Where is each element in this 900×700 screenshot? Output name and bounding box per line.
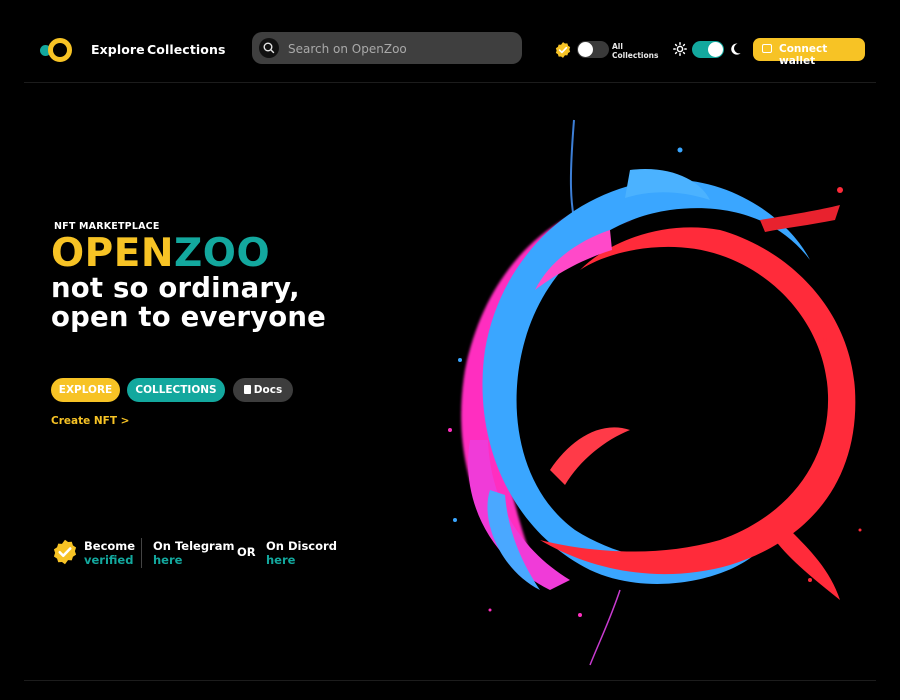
search-icon[interactable]	[259, 38, 279, 58]
brand-zoo: ZOO	[174, 231, 271, 276]
verified-badge-icon	[554, 41, 572, 59]
nav-explore-link[interactable]: Explore	[91, 42, 145, 57]
footer-divider	[141, 538, 142, 568]
hero-tagline: not so ordinary, open to everyone	[51, 274, 326, 332]
connect-wallet-label: Connect wallet	[779, 43, 828, 67]
sun-icon	[673, 41, 687, 56]
tagline-line1: not so ordinary,	[51, 272, 300, 304]
brand-open: OPEN	[51, 231, 175, 276]
telegram-line1: On Telegram	[153, 539, 235, 553]
verified-badge-icon	[51, 538, 79, 566]
tagline-line2: open to everyone	[51, 301, 327, 333]
dark-mode-toggle[interactable]	[692, 41, 724, 58]
become-verified[interactable]: Become verified	[84, 539, 135, 567]
search-bar[interactable]	[252, 32, 522, 66]
all-collections-label-line2: Collections	[612, 51, 659, 60]
all-collections-label: All Collections	[612, 42, 658, 60]
become-verified-line1: Become	[84, 539, 136, 553]
toggle-knob	[578, 42, 593, 57]
toggle-knob	[708, 42, 723, 57]
telegram-line2: here	[153, 553, 183, 567]
telegram-link[interactable]: On Telegram here	[153, 539, 234, 567]
discord-line1: On Discord	[266, 539, 337, 553]
all-collections-label-line1: All	[612, 42, 623, 51]
explore-button[interactable]: EXPLORE	[51, 378, 120, 402]
connect-wallet-button[interactable]: Connect wallet	[753, 38, 865, 67]
logo-ring	[48, 38, 72, 62]
openzoo-logo[interactable]	[40, 38, 72, 62]
paint-ring-artwork	[430, 110, 880, 670]
become-verified-line2: verified	[84, 553, 134, 567]
or-separator: OR	[237, 545, 256, 559]
bottom-divider	[24, 680, 876, 681]
docs-button[interactable]: Docs	[233, 378, 293, 402]
wallet-icon	[762, 44, 772, 53]
brand-headline: OPENZOO	[51, 232, 270, 276]
all-collections-toggle[interactable]	[577, 41, 609, 58]
discord-line2: here	[266, 553, 296, 567]
moon-icon	[728, 41, 742, 55]
create-nft-link[interactable]: Create NFT >	[51, 415, 129, 427]
collections-button[interactable]: COLLECTIONS	[127, 378, 225, 402]
discord-link[interactable]: On Discord here	[266, 539, 337, 567]
book-icon	[243, 385, 251, 394]
nav-collections-link[interactable]: Collections	[147, 42, 226, 57]
docs-label: Docs	[253, 384, 283, 396]
search-input[interactable]	[286, 32, 510, 66]
top-navigation-bar: Explore Collections All Collections	[24, 0, 876, 83]
